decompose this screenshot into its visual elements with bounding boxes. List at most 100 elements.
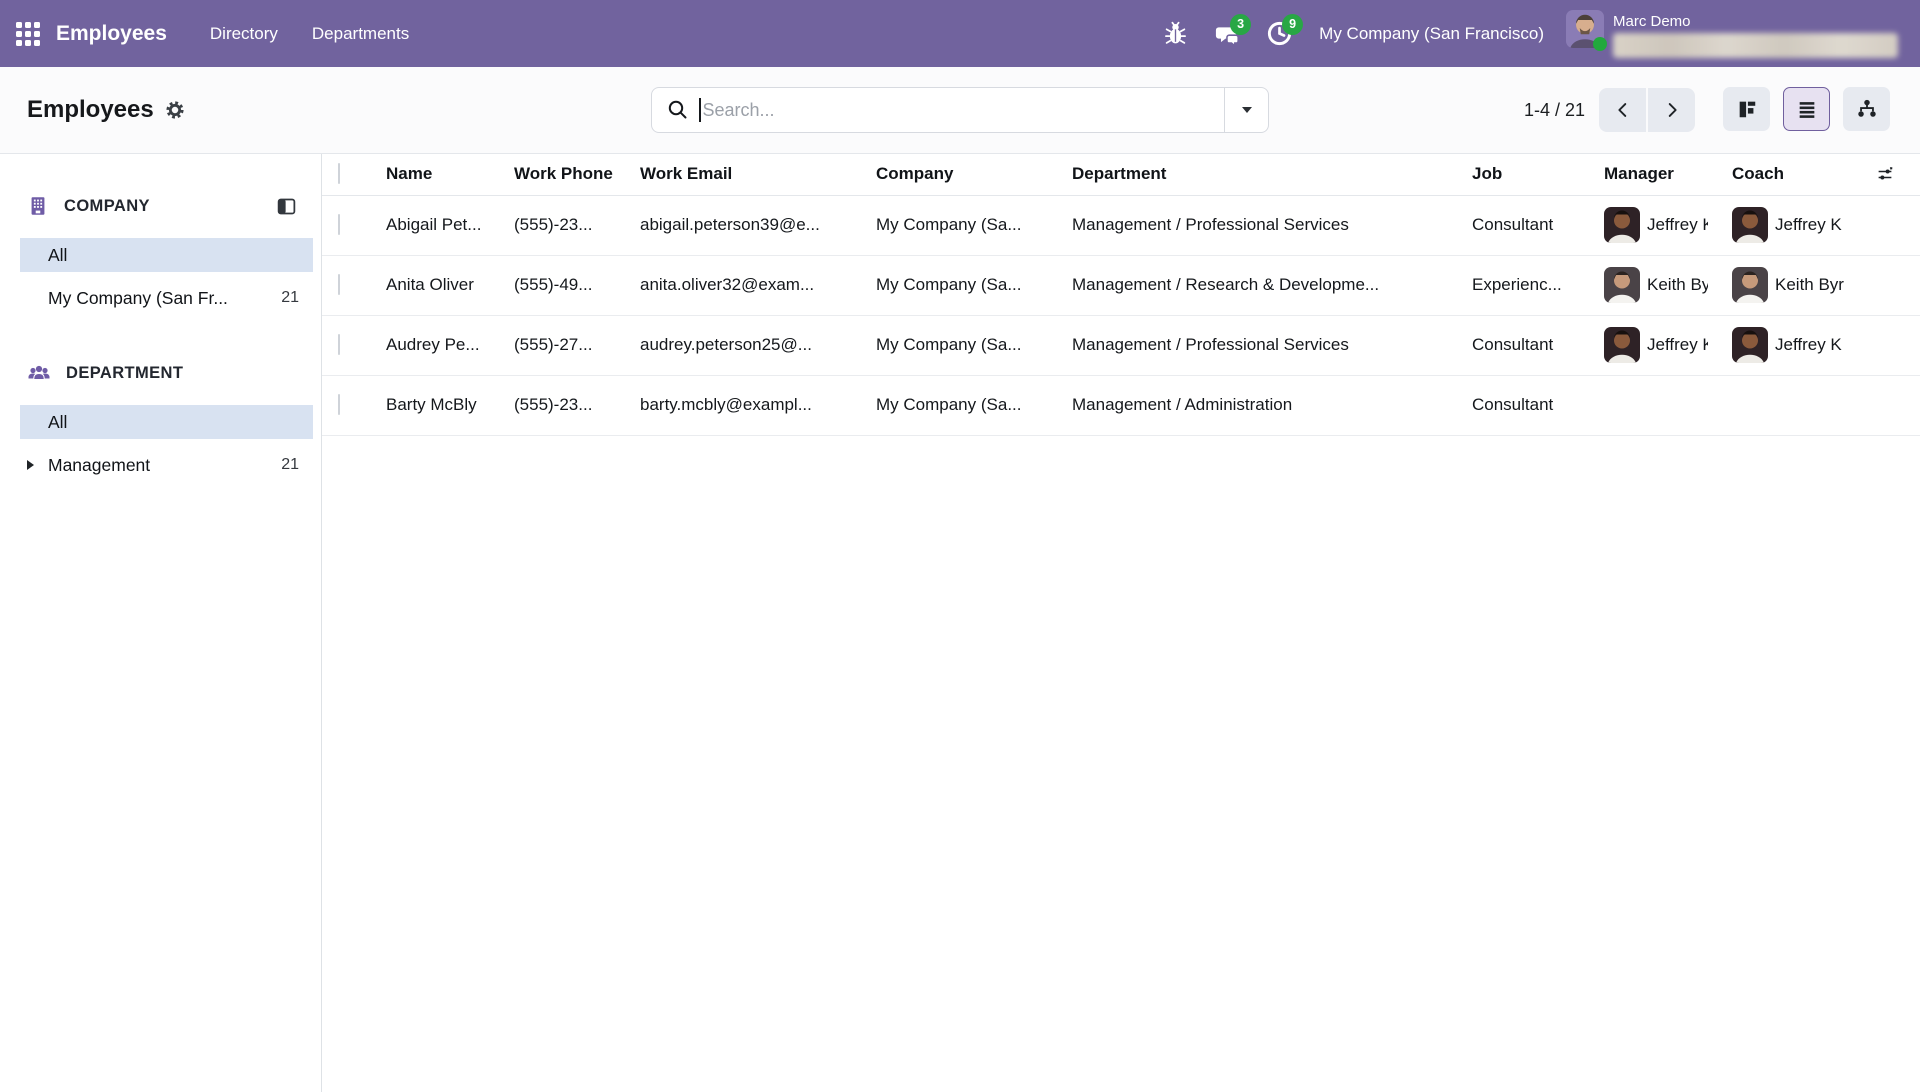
apps-menu-button[interactable] bbox=[0, 0, 56, 67]
cell-job: Experienc... bbox=[1460, 255, 1592, 315]
column-header-coach[interactable]: Coach bbox=[1720, 154, 1864, 195]
activities-count-badge: 9 bbox=[1282, 14, 1303, 35]
cell-work-email: audrey.peterson25@... bbox=[628, 315, 864, 375]
sidebar-item-company-all[interactable]: All bbox=[20, 238, 313, 272]
cell-job: Consultant bbox=[1460, 315, 1592, 375]
expand-caret-icon[interactable] bbox=[27, 460, 34, 470]
pager-next-button[interactable] bbox=[1648, 88, 1695, 132]
column-header-work-email[interactable]: Work Email bbox=[628, 154, 864, 195]
cell-coach-empty bbox=[1720, 375, 1864, 435]
record-count: 21 bbox=[281, 289, 299, 307]
chevron-right-icon bbox=[1661, 99, 1683, 121]
department-filter-section: DEPARTMENT All Management 21 bbox=[0, 355, 321, 482]
column-header-work-phone[interactable]: Work Phone bbox=[502, 154, 628, 195]
hierarchy-view-icon bbox=[1856, 98, 1878, 120]
company-switcher[interactable]: My Company (San Francisco) bbox=[1319, 24, 1544, 44]
users-icon bbox=[27, 361, 51, 385]
messages-menu-button[interactable]: 3 bbox=[1205, 12, 1249, 56]
column-header-manager[interactable]: Manager bbox=[1592, 154, 1720, 195]
pager-previous-button[interactable] bbox=[1599, 88, 1646, 132]
cell-work-email: anita.oliver32@exam... bbox=[628, 255, 864, 315]
list-view-button[interactable] bbox=[1783, 87, 1830, 131]
department-section-title: DEPARTMENT bbox=[66, 364, 183, 383]
systray: 3 9 My Company (San Francisco) bbox=[1153, 10, 1904, 58]
hierarchy-view-button[interactable] bbox=[1843, 87, 1890, 131]
company-section-title: COMPANY bbox=[64, 197, 150, 216]
search-placeholder: Search... bbox=[703, 100, 775, 121]
manager-avatar bbox=[1604, 327, 1640, 363]
messages-count-badge: 3 bbox=[1230, 14, 1251, 35]
cell-department: Management / Research & Developme... bbox=[1060, 255, 1460, 315]
cell-name: Anita Oliver bbox=[374, 255, 502, 315]
panel-toggle-icon bbox=[276, 196, 297, 217]
list-view-icon bbox=[1796, 98, 1818, 120]
search-input[interactable]: Search... bbox=[651, 87, 1269, 133]
building-icon bbox=[27, 195, 49, 217]
app-name-menu[interactable]: Employees bbox=[56, 22, 167, 46]
cell-name: Audrey Pe... bbox=[374, 315, 502, 375]
nav-menu-departments[interactable]: Departments bbox=[295, 0, 426, 67]
cell-job: Consultant bbox=[1460, 375, 1592, 435]
manager-avatar bbox=[1604, 207, 1640, 243]
cell-work-phone: (555)-23... bbox=[502, 195, 628, 255]
select-all-checkbox[interactable] bbox=[338, 163, 340, 184]
nav-menu-directory[interactable]: Directory bbox=[193, 0, 295, 67]
column-header-job[interactable]: Job bbox=[1460, 154, 1592, 195]
employee-list-view: Name Work Phone Work Email Company Depar… bbox=[322, 154, 1920, 1092]
search-icon bbox=[666, 98, 690, 122]
row-checkbox[interactable] bbox=[338, 394, 340, 415]
sidebar-item-label: All bbox=[48, 412, 67, 433]
cell-company: My Company (Sa... bbox=[864, 195, 1060, 255]
debug-bug-icon[interactable] bbox=[1153, 12, 1197, 56]
cell-work-phone: (555)-23... bbox=[502, 375, 628, 435]
sidebar-item-label: Management bbox=[48, 455, 150, 476]
manager-name: Jeffrey K bbox=[1647, 215, 1708, 235]
online-status-dot bbox=[1593, 37, 1607, 51]
bug-icon bbox=[1163, 21, 1188, 46]
search-options-toggle[interactable] bbox=[1224, 88, 1268, 132]
table-row-barty[interactable]: Barty McBly (555)-23... barty.mcbly@exam… bbox=[322, 375, 1920, 435]
cell-name: Barty McBly bbox=[374, 375, 502, 435]
column-header-company[interactable]: Company bbox=[864, 154, 1060, 195]
coach-avatar bbox=[1732, 327, 1768, 363]
sidebar-item-label: All bbox=[48, 245, 67, 266]
cell-work-email: barty.mcbly@exampl... bbox=[628, 375, 864, 435]
manager-avatar bbox=[1604, 267, 1640, 303]
gear-icon bbox=[165, 100, 185, 120]
text-cursor bbox=[699, 98, 701, 122]
cell-company: My Company (Sa... bbox=[864, 375, 1060, 435]
cell-department: Management / Administration bbox=[1060, 375, 1460, 435]
table-row-audrey[interactable]: Audrey Pe... (555)-27... audrey.peterson… bbox=[322, 315, 1920, 375]
column-header-department[interactable]: Department bbox=[1060, 154, 1460, 195]
cell-work-phone: (555)-27... bbox=[502, 315, 628, 375]
table-row-abigail[interactable]: Abigail Pet... (555)-23... abigail.peter… bbox=[322, 195, 1920, 255]
pager-range[interactable]: 1-4 / 21 bbox=[1524, 100, 1585, 121]
activities-menu-button[interactable]: 9 bbox=[1257, 12, 1301, 56]
manager-name: Keith Byr bbox=[1647, 275, 1708, 295]
sidebar-item-management[interactable]: Management 21 bbox=[20, 448, 313, 482]
optional-columns-button[interactable] bbox=[1876, 164, 1908, 185]
coach-avatar bbox=[1732, 267, 1768, 303]
kanban-view-icon bbox=[1736, 98, 1758, 120]
cell-company: My Company (Sa... bbox=[864, 255, 1060, 315]
cell-company: My Company (Sa... bbox=[864, 315, 1060, 375]
sidebar-collapse-button[interactable] bbox=[276, 196, 297, 217]
table-row-anita[interactable]: Anita Oliver (555)-49... anita.oliver32@… bbox=[322, 255, 1920, 315]
cell-work-phone: (555)-49... bbox=[502, 255, 628, 315]
user-menu[interactable]: Marc Demo bbox=[1566, 10, 1904, 58]
apps-grid-icon bbox=[16, 22, 40, 46]
chevron-down-icon bbox=[1242, 107, 1252, 113]
sidebar-item-my-company[interactable]: My Company (San Fr... 21 bbox=[20, 281, 313, 315]
control-panel: Employees Search... 1-4 / 21 bbox=[0, 67, 1920, 154]
company-filter-section: COMPANY All My Company (San Fr... 21 bbox=[0, 188, 321, 315]
column-header-name[interactable]: Name bbox=[374, 154, 502, 195]
action-gear-button[interactable] bbox=[165, 100, 185, 120]
row-checkbox[interactable] bbox=[338, 274, 340, 295]
row-checkbox[interactable] bbox=[338, 334, 340, 355]
record-count: 21 bbox=[281, 456, 299, 474]
row-checkbox[interactable] bbox=[338, 214, 340, 235]
kanban-view-button[interactable] bbox=[1723, 87, 1770, 131]
sidebar-item-department-all[interactable]: All bbox=[20, 405, 313, 439]
cell-department: Management / Professional Services bbox=[1060, 315, 1460, 375]
cell-department: Management / Professional Services bbox=[1060, 195, 1460, 255]
